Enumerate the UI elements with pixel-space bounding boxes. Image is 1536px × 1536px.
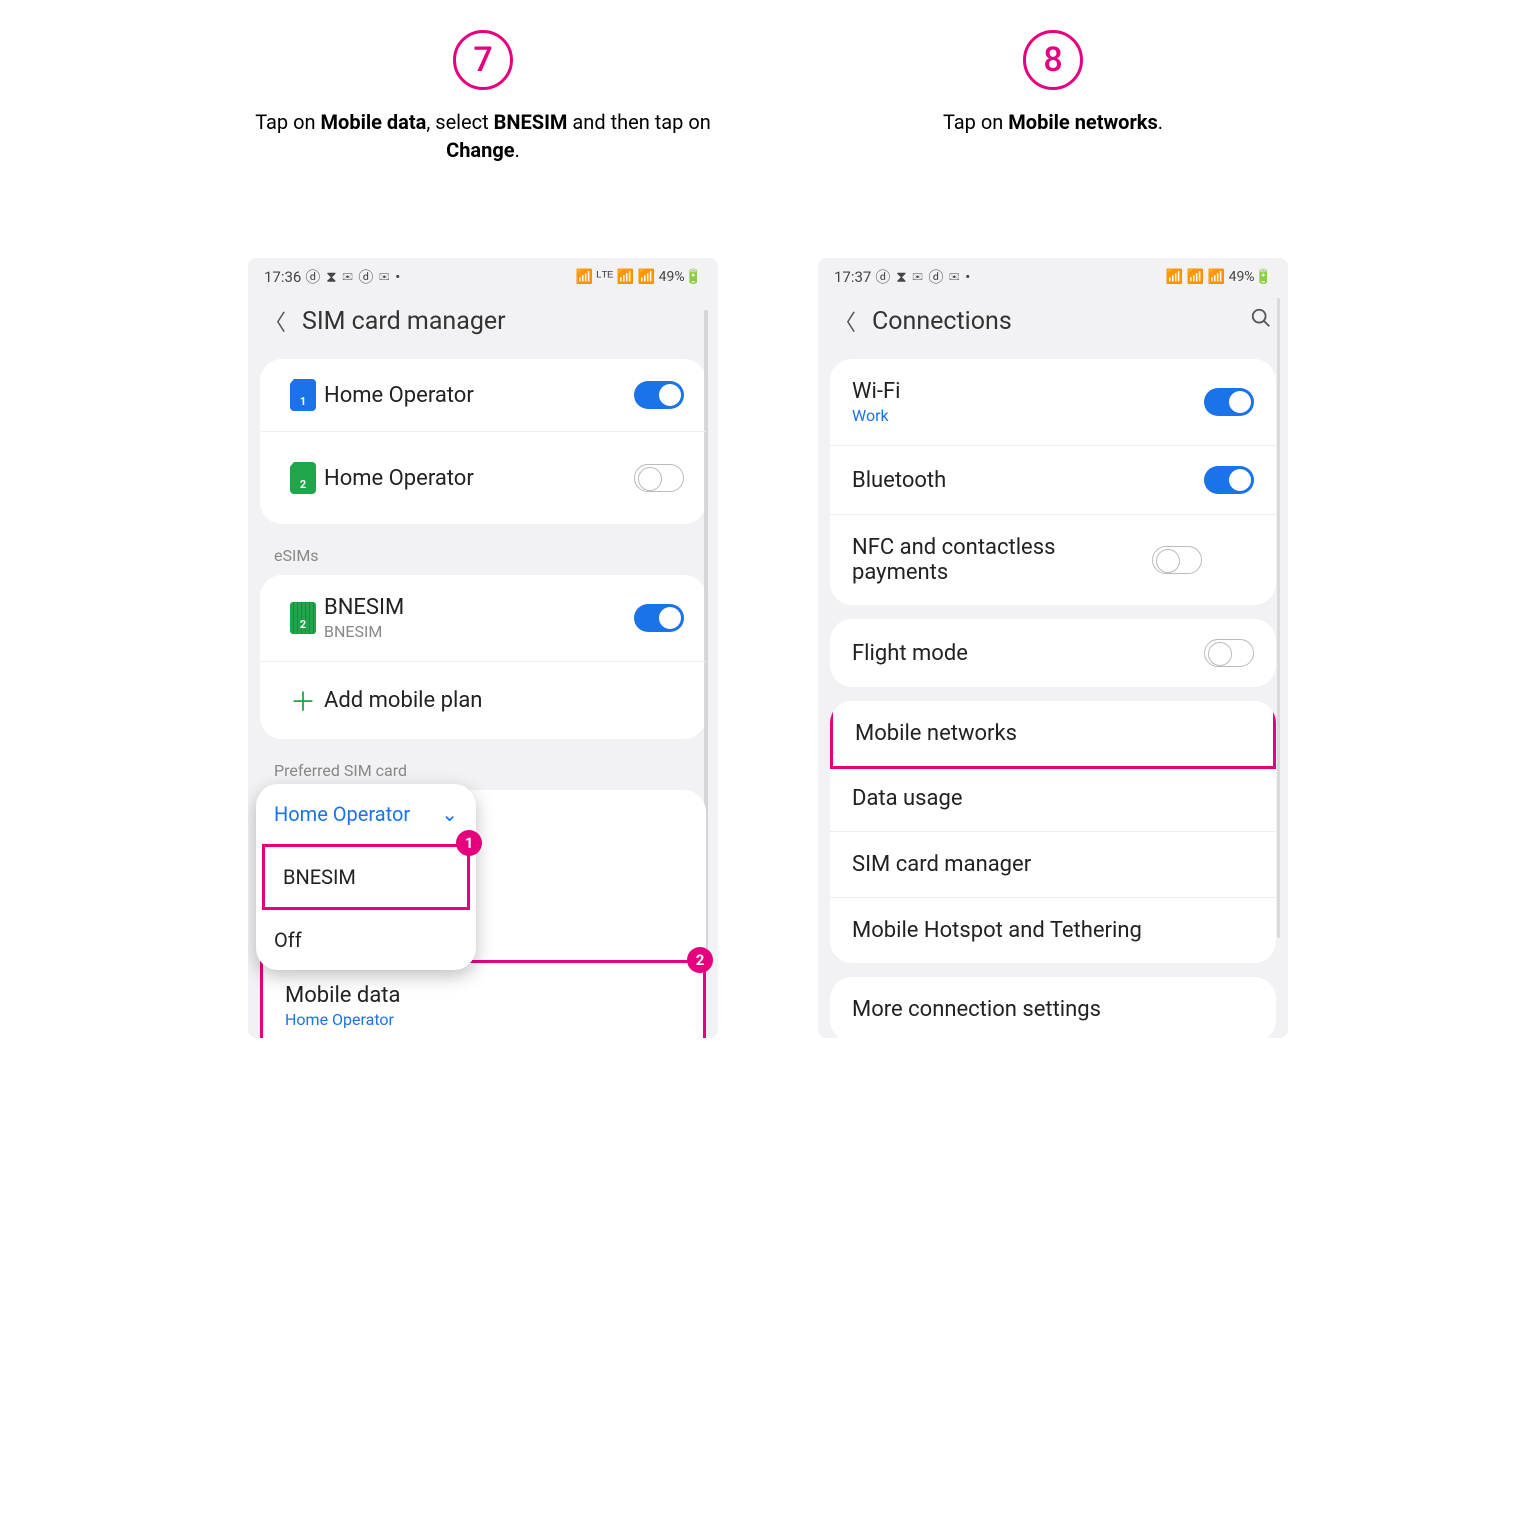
status-bar: 17:36 ⓓ ⧗ ✉ ⓓ ✉ • 📶 ᴸᵀᴱ 📶 📶 49%🔋 [248,258,718,291]
wifi-title: Wi-Fi [852,379,1204,404]
wifi-row[interactable]: Wi-Fi Work [830,359,1276,446]
callout-badge-2: 2 [687,947,713,973]
app-bar-title: Connections [872,307,1012,336]
nfc-title: NFC and contactless payments [852,535,1152,585]
physical-sims-card: 1 Home Operator 2 Home Operator [260,359,706,524]
sim1-icon: 1 [290,379,316,411]
step-7-badge: 7 [453,30,513,90]
phone-screenshot-step7: 17:36 ⓓ ⧗ ✉ ⓓ ✉ • 📶 ᴸᵀᴱ 📶 📶 49%🔋 〈 SIM c… [248,258,718,1038]
text: and then tap on [567,110,710,134]
esim-title: BNESIM [324,595,634,620]
sim1-row[interactable]: 1 Home Operator [260,359,706,432]
text: Tap on [943,110,1008,134]
status-left-icons: ⓓ ⧗ ✉ ⓓ ✉ • [305,266,401,287]
step-7-column: 7 Tap on Mobile data, select BNESIM and … [248,30,718,1038]
sim2-icon: 2 [290,462,316,494]
text-bold: Change [446,138,514,162]
sim-card-manager-title: SIM card manager [852,852,1254,877]
wireless-card: Wi-Fi Work Bluetooth NFC and contactless… [830,359,1276,605]
status-time: 17:36 [264,268,301,286]
more-connection-title: More connection settings [852,997,1254,1022]
mobile-data-title: Mobile data [285,983,681,1008]
preferred-sim-dropdown[interactable]: Home Operator ⌄ BNESIM 1 Off [256,784,476,970]
step-7-instruction: Tap on Mobile data, select BNESIM and th… [248,108,718,168]
data-usage-title: Data usage [852,786,1254,811]
esims-section-label: eSIMs [248,538,718,575]
sim2-toggle[interactable] [634,464,684,492]
mobile-networks-row[interactable]: Mobile networks [830,701,1276,769]
hotspot-title: Mobile Hotspot and Tethering [852,918,1254,943]
text-bold: BNESIM [494,110,568,134]
status-right-icons: 📶 📶 📶 49%🔋 [1166,269,1272,285]
plus-icon: ＋ [290,682,316,719]
app-bar-title: SIM card manager [302,307,506,336]
bluetooth-toggle[interactable] [1204,466,1254,494]
esim-subtitle: BNESIM [324,622,634,641]
sim1-label: Home Operator [324,383,634,408]
text-bold: Mobile networks [1008,110,1157,134]
app-bar: 〈 Connections [818,291,1288,359]
text-bold: Mobile data [321,110,427,134]
status-right-icons: 📶 ᴸᵀᴱ 📶 📶 49%🔋 [576,268,702,285]
text: . [515,138,520,162]
flight-mode-toggle[interactable] [1204,639,1254,667]
esims-card: 2 BNESIM BNESIM ＋ Add mobile plan [260,575,706,739]
network-card: Mobile networks Data usage SIM card mana… [830,701,1276,963]
dropdown-option-bnesim[interactable]: BNESIM [262,844,470,910]
bluetooth-row[interactable]: Bluetooth [830,446,1276,515]
search-icon[interactable] [1250,307,1272,335]
status-time: 17:37 [834,268,871,286]
flight-mode-row[interactable]: Flight mode [830,619,1276,687]
step-8-badge: 8 [1023,30,1083,90]
nfc-toggle[interactable] [1152,546,1202,574]
nfc-row[interactable]: NFC and contactless payments [830,515,1276,605]
dropdown-selected[interactable]: Home Operator ⌄ [256,784,476,844]
esim-toggle[interactable] [634,604,684,632]
data-usage-row[interactable]: Data usage [830,766,1276,832]
add-mobile-plan-label: Add mobile plan [324,688,684,713]
back-icon[interactable]: 〈 [264,305,286,337]
text: , select [426,110,493,134]
wifi-sub: Work [852,406,1204,425]
text: . [1158,110,1163,134]
more-connection-card[interactable]: More connection settings [830,977,1276,1038]
esim-icon: 2 [290,602,316,634]
preferred-sim-card: Home Operator ⌄ BNESIM 1 Off Mobile data… [260,790,706,1038]
add-mobile-plan-row[interactable]: ＋ Add mobile plan [260,662,706,739]
app-bar: 〈 SIM card manager [248,291,718,359]
wifi-toggle[interactable] [1204,388,1254,416]
dropdown-selected-label: Home Operator [274,802,410,826]
sim1-toggle[interactable] [634,381,684,409]
flight-mode-title: Flight mode [852,641,1204,666]
back-icon[interactable]: 〈 [834,305,856,337]
esim-row[interactable]: 2 BNESIM BNESIM [260,575,706,662]
sim2-row[interactable]: 2 Home Operator [260,432,706,524]
mobile-networks-title: Mobile networks [855,721,1251,746]
status-left-icons: ⓓ ⧗ ✉ ⓓ ✉ • [875,266,971,287]
status-bar: 17:37 ⓓ ⧗ ✉ ⓓ ✉ • 📶 📶 📶 49%🔋 [818,258,1288,291]
hotspot-row[interactable]: Mobile Hotspot and Tethering [830,898,1276,963]
scrollbar-edge [1277,298,1280,938]
chevron-down-icon: ⌄ [441,802,458,826]
mobile-data-row[interactable]: Mobile data Home Operator 2 [260,960,706,1038]
sim-card-manager-row[interactable]: SIM card manager [830,832,1276,898]
callout-badge-1: 1 [456,830,482,856]
sim2-label: Home Operator [324,466,634,491]
step-8-instruction: Tap on Mobile networks. [943,108,1163,168]
text: Tap on [255,110,320,134]
flight-card: Flight mode [830,619,1276,687]
step-8-column: 8 Tap on Mobile networks. 17:37 ⓓ ⧗ ✉ ⓓ … [818,30,1288,1038]
bluetooth-title: Bluetooth [852,468,1204,493]
phone-screenshot-step8: 17:37 ⓓ ⧗ ✉ ⓓ ✉ • 📶 📶 📶 49%🔋 〈 Connectio… [818,258,1288,1038]
dropdown-option-off[interactable]: Off [256,910,476,970]
mobile-data-sub: Home Operator [285,1010,681,1029]
